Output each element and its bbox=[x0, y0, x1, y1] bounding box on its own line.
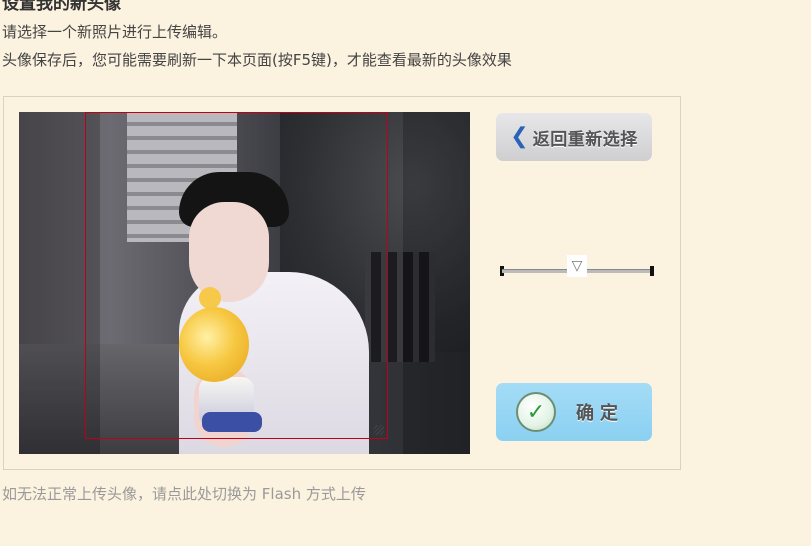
switch-to-flash-link[interactable]: 如无法正常上传头像，请点此处切换为 Flash 方式上传 bbox=[2, 484, 366, 504]
crop-mask-right bbox=[403, 112, 470, 454]
instruction-text: 请选择一个新照片进行上传编辑。 bbox=[2, 23, 228, 41]
slider-thumb[interactable]: ▽ bbox=[567, 255, 587, 277]
check-circle-icon: ✓ bbox=[516, 392, 556, 432]
zoom-slider[interactable]: ▽ bbox=[500, 255, 654, 281]
page-title: 设置我的新头像 bbox=[2, 0, 121, 14]
reselect-button[interactable]: ❮ 返回重新选择 bbox=[496, 113, 652, 161]
confirm-button[interactable]: ✓ 确定 bbox=[496, 383, 652, 441]
chevron-left-icon: ❮ bbox=[510, 124, 529, 149]
crop-selection-box[interactable] bbox=[85, 112, 388, 439]
avatar-editor-panel: ❮ 返回重新选择 ▽ ✓ 确定 bbox=[3, 96, 681, 470]
slider-end-right bbox=[650, 266, 654, 276]
reselect-button-label: 返回重新选择 bbox=[532, 129, 638, 150]
refresh-hint-text: 头像保存后，您可能需要刷新一下本页面(按F5键)，才能查看最新的头像效果 bbox=[2, 51, 512, 69]
resize-handle-icon[interactable] bbox=[374, 425, 384, 435]
confirm-button-label: 确定 bbox=[576, 403, 624, 424]
